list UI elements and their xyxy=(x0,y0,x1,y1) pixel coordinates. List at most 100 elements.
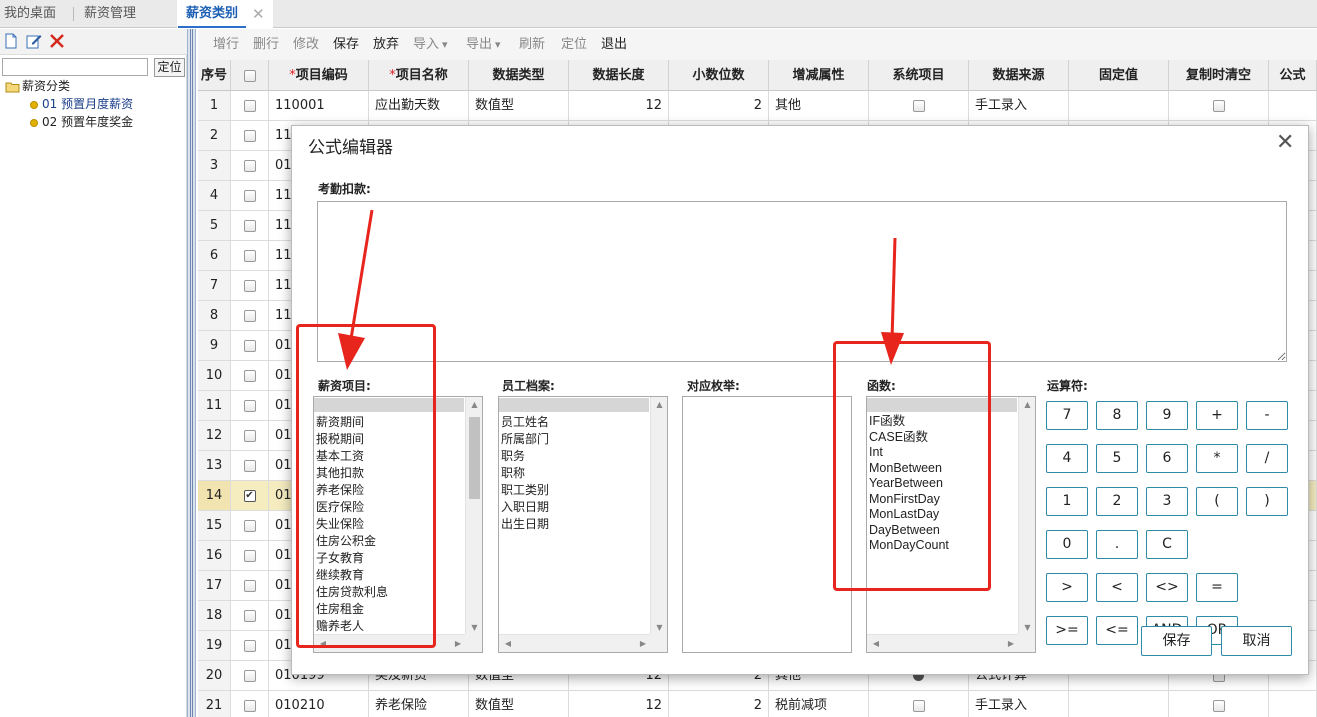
tree-item-annual[interactable]: 02 预置年度奖金 xyxy=(30,114,133,131)
row-checkbox[interactable] xyxy=(243,339,256,352)
row-checkbox-cell[interactable] xyxy=(231,361,269,391)
list-item[interactable]: 职务 xyxy=(501,448,549,465)
cell-system[interactable] xyxy=(869,691,969,717)
list-vscrollbar[interactable]: ▲ ▼ xyxy=(1018,397,1035,635)
scroll-down-icon[interactable]: ▼ xyxy=(651,621,667,635)
toolbar-button[interactable]: 修改 xyxy=(293,29,319,60)
list-item[interactable]: 职称 xyxy=(501,465,549,482)
column-header[interactable]: 数据来源 xyxy=(969,60,1069,91)
row-checkbox[interactable] xyxy=(243,699,256,712)
toolbar-button[interactable]: 刷新 xyxy=(519,29,545,60)
select-all-checkbox[interactable] xyxy=(243,69,256,82)
row-number[interactable]: 21 xyxy=(198,691,231,717)
row-checkbox[interactable] xyxy=(243,639,256,652)
row-checkbox[interactable] xyxy=(243,249,256,262)
row-number[interactable]: 19 xyxy=(198,631,231,661)
cell-name[interactable]: 应出勤天数 xyxy=(369,91,469,121)
row-number[interactable]: 6 xyxy=(198,241,231,271)
cell-source[interactable]: 手工录入 xyxy=(969,91,1069,121)
row-checkbox-cell[interactable] xyxy=(231,421,269,451)
scroll-thumb[interactable] xyxy=(469,417,480,499)
row-checkbox-cell[interactable] xyxy=(231,481,269,511)
cell-code[interactable]: 110001 xyxy=(269,91,369,121)
cell-type[interactable]: 数值型 xyxy=(469,91,569,121)
cell-formula[interactable] xyxy=(1269,691,1317,717)
row-checkbox[interactable] xyxy=(243,399,256,412)
tab-salary-management[interactable]: 薪资管理 xyxy=(84,0,136,28)
row-number[interactable]: 5 xyxy=(198,211,231,241)
row-checkbox[interactable] xyxy=(243,579,256,592)
row-checkbox-cell[interactable] xyxy=(231,631,269,661)
cell-code[interactable]: 010210 xyxy=(269,691,369,717)
employee-archive-list[interactable]: 员工姓名 所属部门 职务 职称 职工类别 入职日期 出生日期 ▲ ▼ ◀ ▶ xyxy=(498,396,668,653)
row-number[interactable]: 15 xyxy=(198,511,231,541)
row-checkbox-cell[interactable] xyxy=(231,511,269,541)
row-flag-checkbox[interactable] xyxy=(1212,99,1225,112)
operator-button[interactable]: . xyxy=(1096,530,1138,559)
row-checkbox[interactable] xyxy=(243,159,256,172)
operator-button[interactable]: * xyxy=(1196,444,1238,473)
cell-name[interactable]: 养老保险 xyxy=(369,691,469,717)
operator-button[interactable]: ) xyxy=(1246,487,1288,516)
row-flag-checkbox[interactable] xyxy=(1212,699,1225,712)
row-checkbox[interactable] xyxy=(243,459,256,472)
tab-desktop[interactable]: 我的桌面 xyxy=(4,0,56,28)
tab-close-icon[interactable]: ✕ xyxy=(252,0,265,28)
row-number[interactable]: 9 xyxy=(198,331,231,361)
row-number[interactable]: 16 xyxy=(198,541,231,571)
row-checkbox[interactable] xyxy=(243,429,256,442)
column-header[interactable]: 数据长度 xyxy=(569,60,669,91)
cell-clear[interactable] xyxy=(1169,691,1269,717)
operator-button[interactable]: ( xyxy=(1196,487,1238,516)
row-number[interactable]: 13 xyxy=(198,451,231,481)
row-number[interactable]: 20 xyxy=(198,661,231,691)
list-vscrollbar[interactable]: ▲ ▼ xyxy=(650,397,667,635)
list-hscrollbar[interactable]: ◀ ▶ xyxy=(499,634,652,652)
operator-button[interactable]: 6 xyxy=(1146,444,1188,473)
operator-button[interactable]: 3 xyxy=(1146,487,1188,516)
toolbar-button[interactable]: 导出 xyxy=(466,29,492,60)
operator-button[interactable]: = xyxy=(1196,573,1238,602)
row-checkbox-cell[interactable] xyxy=(231,541,269,571)
save-button[interactable]: 保存 xyxy=(1141,626,1212,656)
row-number[interactable]: 8 xyxy=(198,301,231,331)
row-checkbox[interactable] xyxy=(243,519,256,532)
row-checkbox[interactable] xyxy=(243,609,256,622)
cell-clear[interactable] xyxy=(1169,91,1269,121)
row-checkbox-cell[interactable] xyxy=(231,241,269,271)
scroll-up-icon[interactable]: ▲ xyxy=(1019,398,1035,412)
cell-decimals[interactable]: 2 xyxy=(669,691,769,717)
operator-button[interactable]: / xyxy=(1246,444,1288,473)
cell-type[interactable]: 数值型 xyxy=(469,691,569,717)
new-icon[interactable] xyxy=(3,33,19,49)
row-checkbox[interactable] xyxy=(243,549,256,562)
row-checkbox[interactable] xyxy=(243,279,256,292)
tree-search-input[interactable] xyxy=(2,58,148,76)
row-checkbox[interactable] xyxy=(243,189,256,202)
scroll-right-icon[interactable]: ▶ xyxy=(1005,635,1017,652)
panel-splitter[interactable] xyxy=(187,29,196,717)
row-flag-checkbox[interactable] xyxy=(912,99,925,112)
toolbar-button[interactable]: 保存 xyxy=(333,29,359,60)
cell-length[interactable]: 12 xyxy=(569,91,669,121)
operator-button[interactable]: 9 xyxy=(1146,401,1188,430)
scroll-right-icon[interactable]: ▶ xyxy=(452,635,464,652)
row-checkbox-cell[interactable] xyxy=(231,661,269,691)
close-icon[interactable]: ✕ xyxy=(1276,128,1294,158)
edit-icon[interactable] xyxy=(26,33,42,49)
column-header[interactable]: 增减属性 xyxy=(769,60,869,91)
row-number[interactable]: 4 xyxy=(198,181,231,211)
row-checkbox-cell[interactable] xyxy=(231,181,269,211)
cell-attr[interactable]: 税前减项 xyxy=(769,691,869,717)
row-checkbox[interactable] xyxy=(243,309,256,322)
scroll-down-icon[interactable]: ▼ xyxy=(466,621,482,635)
cell-fixed[interactable] xyxy=(1069,91,1169,121)
operator-button[interactable]: - xyxy=(1246,401,1288,430)
list-item[interactable]: 出生日期 xyxy=(501,516,549,533)
delete-icon[interactable] xyxy=(49,33,65,49)
operator-button[interactable]: > xyxy=(1046,573,1088,602)
row-checkbox-cell[interactable] xyxy=(231,211,269,241)
row-checkbox-cell[interactable] xyxy=(231,391,269,421)
operator-button[interactable]: 4 xyxy=(1046,444,1088,473)
row-checkbox[interactable] xyxy=(243,669,256,682)
